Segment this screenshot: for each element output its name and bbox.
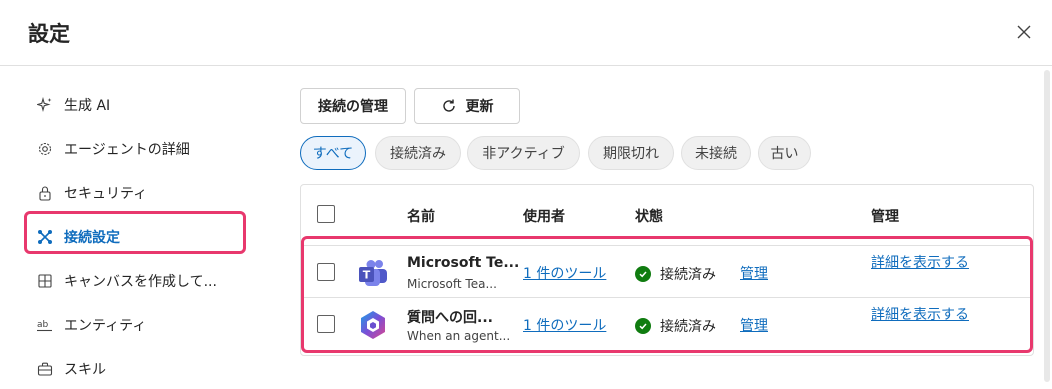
sidebar-item-label: エージェントの詳細	[64, 142, 190, 158]
select-all-checkbox[interactable]	[317, 205, 335, 223]
filter-all[interactable]: すべて	[300, 136, 366, 170]
sidebar-item-generative-ai[interactable]: 生成 AI	[28, 87, 242, 123]
filter-connected[interactable]: 接続済み	[375, 136, 461, 170]
sidebar-item-agent-details[interactable]: エージェントの詳細	[28, 131, 242, 167]
refresh-button[interactable]: 更新	[414, 88, 520, 124]
sidebar-item-label: エンティティ	[64, 318, 147, 334]
manage-connections-button[interactable]: 接続の管理	[300, 88, 406, 124]
column-header-manage: 管理	[871, 209, 899, 225]
refresh-label: 更新	[465, 99, 494, 115]
sidebar-item-skills[interactable]: スキル	[28, 351, 242, 387]
sparkle-icon	[36, 96, 54, 114]
highlight-annotation	[301, 236, 1033, 353]
dialog-title: 設定	[28, 22, 70, 46]
sidebar-item-label: キャンバスを作成して...	[64, 274, 217, 290]
highlight-annotation	[24, 211, 246, 254]
column-header-name: 名前	[407, 209, 435, 225]
grid-icon	[36, 272, 54, 290]
dialog-header: 設定	[0, 0, 1052, 66]
sidebar-item-label: スキル	[64, 362, 106, 378]
ab-icon: ab	[36, 316, 54, 334]
sidebar-item-label: セキュリティ	[64, 186, 148, 202]
svg-text:ab: ab	[37, 320, 49, 330]
sidebar-item-entities[interactable]: ab エンティティ	[28, 307, 242, 343]
close-icon[interactable]	[1014, 22, 1034, 42]
sidebar-item-canvas[interactable]: キャンバスを作成して...	[28, 263, 242, 299]
refresh-icon	[442, 99, 455, 112]
column-header-status: 状態	[635, 209, 663, 225]
gear-icon	[36, 140, 54, 158]
column-header-user: 使用者	[523, 209, 565, 225]
filter-expired[interactable]: 期限切れ	[588, 136, 674, 170]
scrollbar[interactable]	[1044, 70, 1050, 382]
filter-not-connected[interactable]: 未接続	[681, 136, 751, 170]
filter-old[interactable]: 古い	[758, 136, 811, 170]
sidebar-item-label: 生成 AI	[64, 98, 111, 114]
filter-inactive[interactable]: 非アクティブ	[467, 136, 580, 170]
lock-icon	[36, 184, 54, 202]
briefcase-icon	[36, 360, 54, 378]
sidebar-item-security[interactable]: セキュリティ	[28, 175, 242, 211]
